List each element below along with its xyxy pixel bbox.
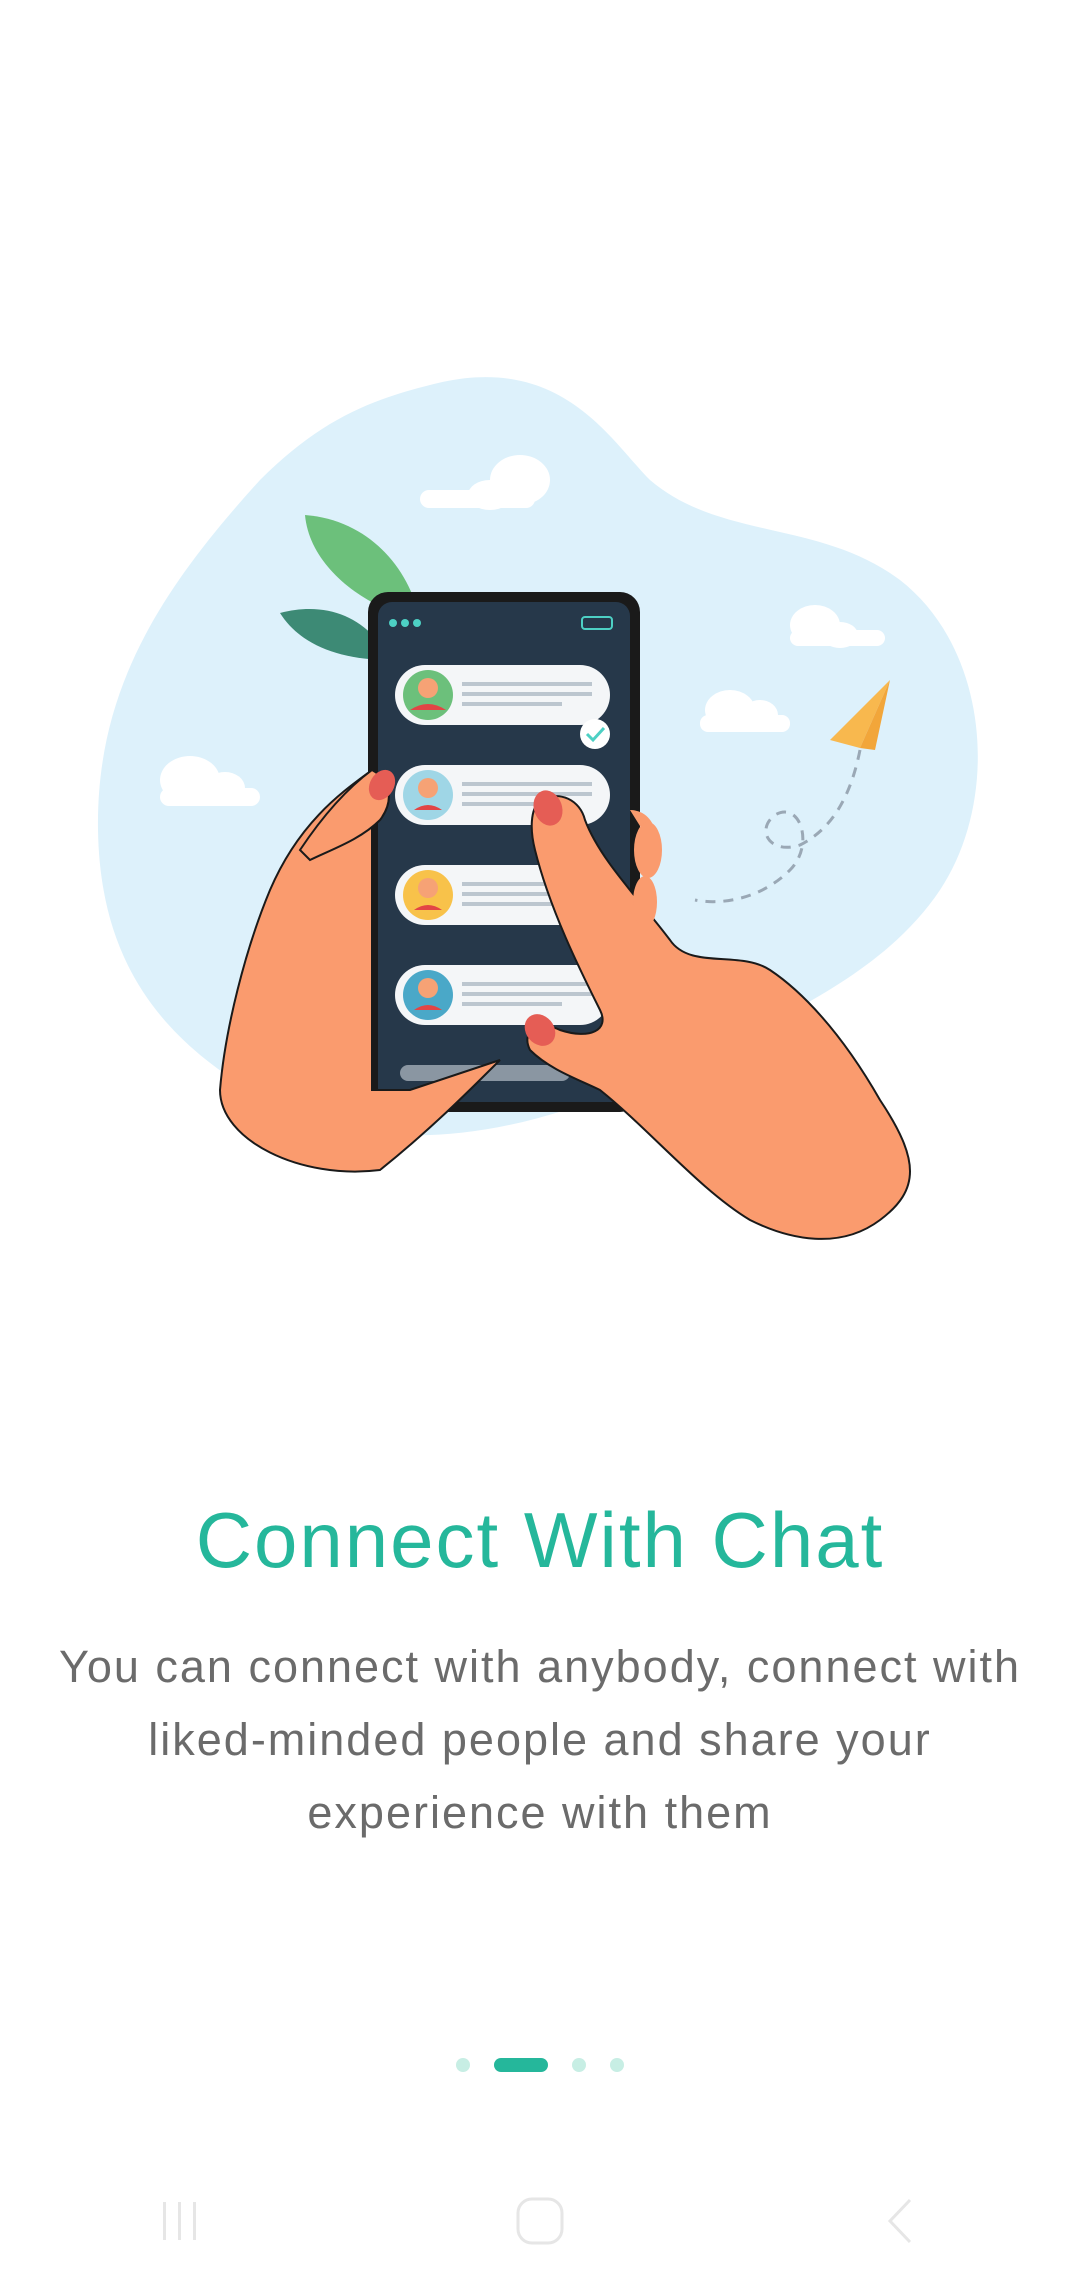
back-button[interactable]: [870, 2191, 930, 2251]
page-indicator-dot[interactable]: [572, 2058, 586, 2072]
page-indicator: [0, 2055, 1080, 2075]
page-indicator-dot[interactable]: [610, 2058, 624, 2072]
recent-apps-button[interactable]: [150, 2191, 210, 2251]
onboarding-illustration: [0, 330, 1080, 1330]
onboarding-title: Connect With Chat: [195, 1496, 885, 1584]
onboarding-description: You can connect with anybody, connect wi…: [58, 1641, 1022, 1838]
home-button[interactable]: [510, 2191, 570, 2251]
page-indicator-dot-active[interactable]: [494, 2058, 548, 2072]
page-indicator-dot[interactable]: [456, 2058, 470, 2072]
system-navigation-bar: [0, 2170, 1080, 2271]
back-icon: [887, 2198, 912, 2243]
recent-apps-icon: [163, 2201, 196, 2240]
home-icon: [516, 2197, 564, 2244]
chat-item: [395, 965, 610, 1025]
